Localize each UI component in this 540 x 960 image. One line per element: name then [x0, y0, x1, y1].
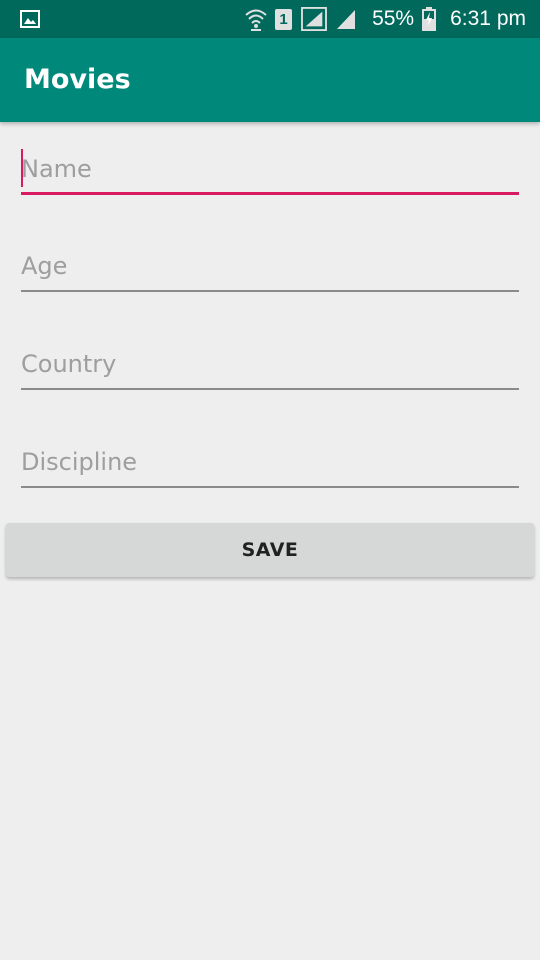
discipline-input[interactable] — [21, 442, 519, 482]
discipline-underline — [21, 486, 519, 488]
clock-time: 6:31 pm — [450, 7, 526, 30]
signal-icon-2 — [337, 10, 356, 29]
name-underline — [21, 192, 519, 195]
age-field[interactable] — [21, 246, 519, 292]
age-input[interactable] — [21, 246, 519, 286]
battery-charging-icon — [422, 7, 437, 31]
name-input[interactable] — [21, 149, 519, 189]
status-bar: 1 55% 6:31 pm — [0, 0, 540, 38]
country-field[interactable] — [21, 344, 519, 390]
gallery-icon — [20, 10, 40, 28]
name-field[interactable] — [21, 149, 519, 195]
country-input[interactable] — [21, 344, 519, 384]
battery-percent: 55% — [372, 7, 415, 30]
sim-1-icon: 1 — [275, 8, 293, 30]
wifi-icon — [245, 9, 267, 31]
discipline-field[interactable] — [21, 442, 519, 488]
text-cursor — [21, 149, 23, 187]
signal-icon — [301, 7, 328, 31]
app-bar: Movies — [0, 38, 540, 122]
age-underline — [21, 290, 519, 292]
country-underline — [21, 388, 519, 390]
status-bar-right: 1 55% 6:31 pm — [245, 0, 526, 38]
page-title: Movies — [24, 64, 131, 95]
save-button[interactable]: SAVE — [6, 523, 534, 577]
